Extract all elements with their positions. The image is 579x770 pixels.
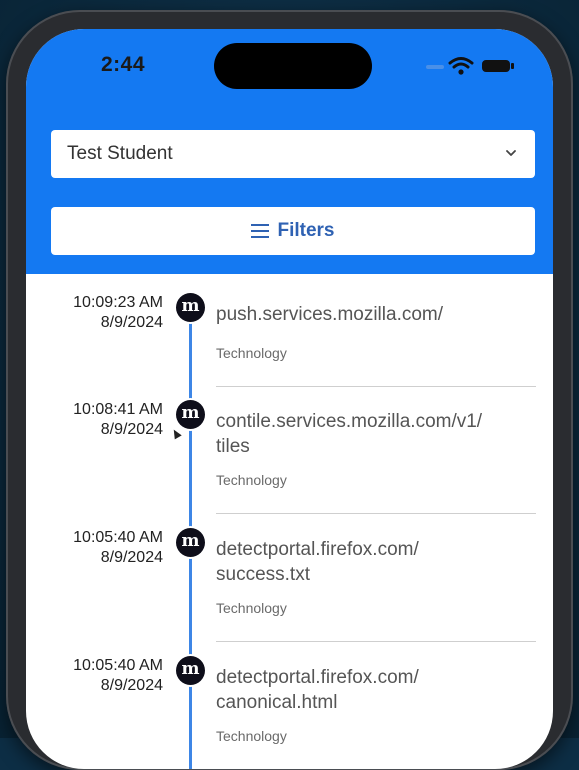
status-time: 2:44	[101, 53, 146, 76]
mozilla-badge-icon: m	[176, 528, 205, 557]
entry-time: 10:05:40 AM	[73, 657, 163, 674]
entry-category: Technology	[216, 472, 287, 488]
entry-timestamp: 10:05:40 AM 8/9/2024	[73, 656, 163, 696]
app-screen: 2:44 Test Student Filters 10:09:23 AM 8/…	[26, 29, 553, 769]
entry-time: 10:09:23 AM	[73, 294, 163, 311]
cellular-signal-icon	[426, 65, 444, 69]
entry-category: Technology	[216, 345, 287, 361]
entry-url[interactable]: detectportal.firefox.com/ canonical.html	[216, 665, 526, 715]
entry-category: Technology	[216, 728, 287, 744]
menu-icon	[251, 224, 270, 238]
app-header: 2:44 Test Student Filters	[26, 29, 553, 274]
battery-icon	[482, 60, 516, 74]
chevron-down-icon	[506, 150, 516, 156]
entry-date: 8/9/2024	[100, 549, 163, 566]
entry-divider	[216, 641, 536, 642]
entry-date: 8/9/2024	[100, 677, 163, 694]
entry-date: 8/9/2024	[100, 421, 163, 438]
entry-timestamp: 10:05:40 AM 8/9/2024	[73, 528, 163, 568]
pointer-cursor-icon	[170, 427, 182, 440]
student-select[interactable]: Test Student	[51, 130, 535, 178]
dynamic-island	[214, 43, 372, 89]
entry-divider	[216, 513, 536, 514]
entry-url[interactable]: push.services.mozilla.com/	[216, 302, 526, 327]
entry-url[interactable]: contile.services.mozilla.com/v1/ tiles	[216, 409, 526, 459]
entry-time: 10:08:41 AM	[73, 401, 163, 418]
entry-category: Technology	[216, 600, 287, 616]
mozilla-badge-icon: m	[176, 400, 205, 429]
filters-button[interactable]: Filters	[51, 207, 535, 255]
entry-date: 8/9/2024	[100, 314, 163, 331]
mozilla-badge-icon: m	[176, 656, 205, 685]
entry-timestamp: 10:08:41 AM 8/9/2024	[73, 400, 163, 440]
student-select-value: Test Student	[67, 143, 173, 164]
entry-url[interactable]: detectportal.firefox.com/ success.txt	[216, 537, 526, 587]
mozilla-badge-icon: m	[176, 293, 205, 322]
phone-frame: 2:44 Test Student Filters 10:09:23 AM 8/…	[6, 10, 573, 770]
filters-label: Filters	[277, 220, 335, 241]
wifi-icon	[448, 57, 474, 75]
entry-timestamp: 10:09:23 AM 8/9/2024	[73, 293, 163, 333]
entry-divider	[216, 386, 536, 387]
status-icons	[406, 55, 516, 79]
entry-time: 10:05:40 AM	[73, 529, 163, 546]
